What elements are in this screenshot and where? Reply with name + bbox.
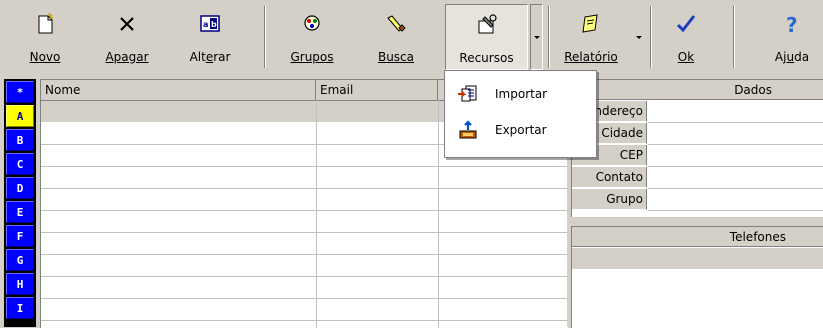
search-button[interactable]: Busca [366,4,426,70]
table-row[interactable] [41,276,568,277]
field-value-address[interactable] [648,101,823,123]
svg-text:b: b [211,20,217,29]
edit-button[interactable]: a b Alterar [180,4,240,70]
delete-x-icon [120,17,134,31]
groups-icon [304,15,320,31]
index-item-c[interactable]: C [6,153,34,175]
delete-button[interactable]: Apagar [97,4,157,70]
import-icon [458,85,477,102]
column-header-name[interactable]: Nome [41,80,316,100]
table-row[interactable] [41,166,568,167]
report-dropdown-arrow[interactable] [632,4,645,70]
edit-ab-icon: a b [200,15,220,32]
groups-button[interactable]: Grupos [282,4,342,70]
toolbar: Novo Apagar a b Alterar Grupos Busca Rec… [0,0,823,74]
ok-button[interactable]: Ok [666,4,706,70]
menu-item-export[interactable]: Exportar [445,113,596,147]
dados-panel: Dados Endereço Cidade CEP Contato Grupo [571,79,823,217]
help-label: Ajuda [774,50,810,64]
table-row[interactable] [41,254,568,255]
index-item-h[interactable]: H [6,273,34,295]
toolbar-separator [548,6,550,68]
index-item-d[interactable]: D [6,177,34,199]
table-row[interactable] [41,298,568,299]
index-item-i[interactable]: I [6,297,34,319]
field-label-group: Grupo [572,189,647,210]
svg-text:?: ? [786,13,798,36]
telefones-title: Telefones [572,227,823,247]
ok-label: Ok [677,50,695,64]
new-label: Novo [29,50,61,64]
index-item-e[interactable]: E [6,201,34,223]
delete-label: Apagar [105,50,149,64]
table-row[interactable] [41,232,568,233]
svg-text:a: a [203,20,208,29]
tools-icon [478,14,497,34]
report-label: Relatório [564,50,618,64]
table-row[interactable] [41,188,568,189]
column-divider [438,100,439,328]
index-item-b[interactable]: B [6,129,34,151]
resources-button[interactable]: Recursos [445,4,528,70]
dados-row-city: Cidade [572,123,823,145]
column-divider [316,100,317,328]
field-value-group[interactable] [648,189,823,211]
report-button[interactable]: Relatório [556,4,626,70]
index-item-g[interactable]: G [6,249,34,271]
search-label: Busca [377,50,415,64]
field-label-contact: Contato [572,167,647,188]
menu-item-import-label: Importar [495,87,548,101]
field-value-city[interactable] [648,123,823,145]
table-row[interactable] [41,320,568,321]
toolbar-separator [733,6,735,68]
index-item-a[interactable]: A [6,105,34,127]
toolbar-separator [264,6,266,68]
table-row[interactable] [41,210,568,211]
field-value-contact[interactable] [648,167,823,189]
alphabet-index: * A B C D E F G H I [4,79,36,327]
report-icon [582,14,598,33]
column-header-email[interactable]: Email [316,80,438,100]
help-button[interactable]: ? Ajuda [766,4,818,70]
new-document-icon [38,12,53,34]
chevron-down-icon [635,35,642,39]
resources-menu: Importar Exportar [444,70,597,158]
menu-item-export-label: Exportar [495,123,547,137]
checkmark-icon [676,15,696,33]
help-icon: ? [786,13,798,36]
groups-label: Grupos [290,50,334,64]
telefones-selected-row[interactable] [572,248,823,269]
index-item-all[interactable]: * [6,81,34,103]
chevron-down-icon [533,35,540,39]
field-value-cep[interactable] [648,145,823,167]
dados-row-address: Endereço [572,101,823,123]
new-button[interactable]: Novo [20,4,70,70]
dados-row-cep: CEP [572,145,823,167]
edit-label: Alterar [189,50,231,64]
toolbar-separator [650,6,652,68]
telefones-panel[interactable]: Telefones [571,226,823,328]
dados-row-group: Grupo [572,189,823,211]
dados-row-contact: Contato [572,167,823,189]
flashlight-icon [387,15,406,32]
dados-title: Dados [572,80,823,100]
menu-item-import[interactable]: Importar [445,77,596,111]
resources-label: Recursos [459,51,514,65]
index-item-f[interactable]: F [6,225,34,247]
resources-dropdown-arrow[interactable] [530,4,543,70]
export-icon [459,120,477,139]
